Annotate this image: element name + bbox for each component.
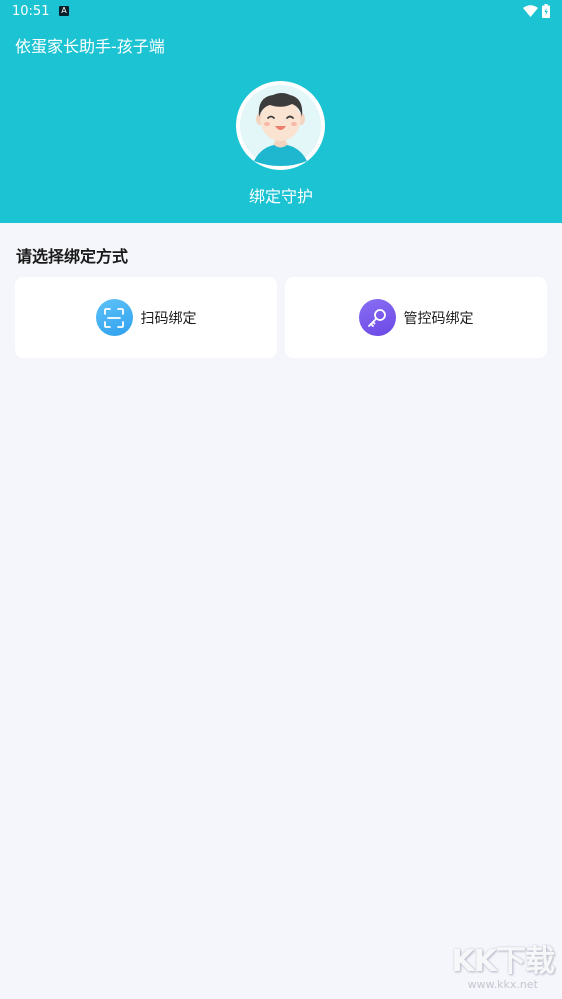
watermark-logo: KK下载 [451, 944, 555, 979]
control-code-bind-button[interactable]: 管控码绑定 [285, 277, 547, 358]
status-icons [523, 4, 550, 18]
status-time: 10:51 [12, 4, 50, 19]
child-avatar [236, 81, 325, 170]
app-title: 依蛋家长助手-孩子端 [15, 37, 165, 56]
control-code-bind-label: 管控码绑定 [403, 310, 474, 327]
watermark: KK下载 www.kkx.net [452, 936, 555, 991]
bind-guard-label: 绑定守护 [248, 187, 313, 206]
scan-bind-button[interactable]: 扫码绑定 [15, 277, 277, 358]
key-icon [358, 299, 396, 336]
notification-icon: A [59, 6, 69, 16]
app-header: 10:51 A 依蛋家长助手-孩子端 绑定守护 [0, 0, 562, 223]
scan-icon [95, 299, 133, 336]
status-bar: 10:51 A [0, 0, 562, 24]
scan-bind-label: 扫码绑定 [140, 310, 197, 327]
battery-icon [542, 4, 550, 18]
section-title: 请选择绑定方式 [16, 247, 129, 266]
wifi-icon [523, 4, 538, 17]
